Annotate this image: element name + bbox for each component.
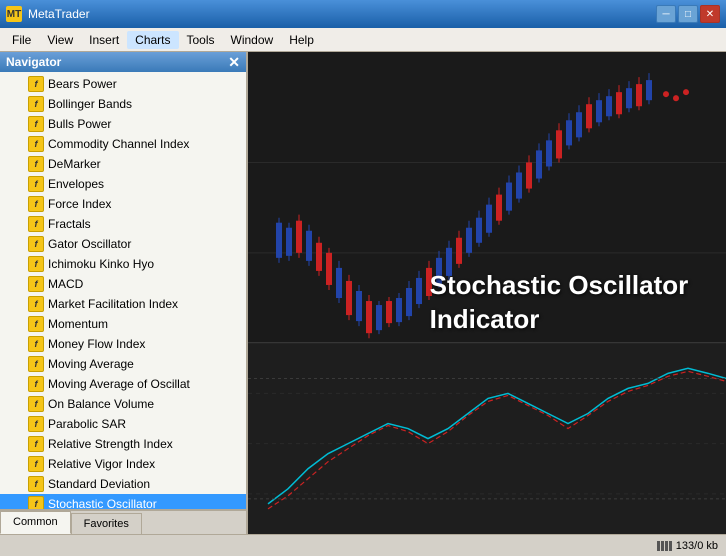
nav-item[interactable]: f Parabolic SAR: [0, 414, 246, 434]
navigator-tabs: CommonFavorites: [0, 509, 246, 534]
nav-item-label: DeMarker: [48, 157, 101, 171]
nav-item-label: Momentum: [48, 317, 108, 331]
nav-item[interactable]: f Envelopes: [0, 174, 246, 194]
main-content: Navigator ✕ f Bears Power f Bollinger Bands…: [0, 52, 726, 534]
status-size-info: 133/0 kb: [657, 540, 718, 552]
nav-item[interactable]: f Bears Power: [0, 74, 246, 94]
nav-item-icon: f: [28, 416, 44, 432]
nav-item-label: Moving Average: [48, 357, 134, 371]
nav-item[interactable]: f Money Flow Index: [0, 334, 246, 354]
nav-item-label: Bulls Power: [48, 117, 111, 131]
nav-item-icon: f: [28, 136, 44, 152]
nav-item[interactable]: f Relative Strength Index: [0, 434, 246, 454]
nav-item-icon: f: [28, 176, 44, 192]
nav-item-icon: f: [28, 76, 44, 92]
nav-item[interactable]: f Market Facilitation Index: [0, 294, 246, 314]
nav-item-label: Money Flow Index: [48, 337, 145, 351]
nav-item[interactable]: f Moving Average: [0, 354, 246, 374]
app-icon: MT: [6, 6, 22, 22]
nav-item[interactable]: f On Balance Volume: [0, 394, 246, 414]
nav-item-label: Force Index: [48, 197, 111, 211]
nav-item-icon: f: [28, 496, 44, 509]
nav-item-icon: f: [28, 96, 44, 112]
nav-item-icon: f: [28, 376, 44, 392]
menu-item-insert[interactable]: Insert: [81, 31, 127, 49]
nav-item[interactable]: f DeMarker: [0, 154, 246, 174]
nav-item-icon: f: [28, 356, 44, 372]
nav-item-icon: f: [28, 336, 44, 352]
nav-item[interactable]: f Ichimoku Kinko Hyo: [0, 254, 246, 274]
nav-item-label: Standard Deviation: [48, 477, 150, 491]
nav-item-label: On Balance Volume: [48, 397, 154, 411]
nav-item-label: Bears Power: [48, 77, 117, 91]
nav-item-label: Bollinger Bands: [48, 97, 132, 111]
nav-item-icon: f: [28, 296, 44, 312]
nav-item-icon: f: [28, 216, 44, 232]
close-button[interactable]: ✕: [700, 5, 720, 23]
nav-item[interactable]: f Relative Vigor Index: [0, 454, 246, 474]
nav-item-icon: f: [28, 116, 44, 132]
nav-item-icon: f: [28, 196, 44, 212]
nav-item[interactable]: f Gator Oscillator: [0, 234, 246, 254]
navigator-header: Navigator ✕: [0, 52, 246, 72]
nav-item-label: MACD: [48, 277, 83, 291]
title-bar: MT MetaTrader ─ □ ✕: [0, 0, 726, 28]
nav-tab-favorites[interactable]: Favorites: [71, 513, 142, 534]
nav-item-icon: f: [28, 396, 44, 412]
menu-bar: FileViewInsertChartsToolsWindowHelp: [0, 28, 726, 52]
nav-item-label: Stochastic Oscillator: [48, 497, 157, 509]
nav-item-label: Ichimoku Kinko Hyo: [48, 257, 154, 271]
menu-item-file[interactable]: File: [4, 31, 39, 49]
status-bar: 133/0 kb: [0, 534, 726, 556]
nav-item[interactable]: f Bulls Power: [0, 114, 246, 134]
title-bar-controls: ─ □ ✕: [656, 5, 720, 23]
chart-svg: [248, 52, 726, 534]
nav-item-icon: f: [28, 316, 44, 332]
nav-item[interactable]: f Fractals: [0, 214, 246, 234]
nav-item[interactable]: f Moving Average of Oscillat: [0, 374, 246, 394]
nav-item-icon: f: [28, 476, 44, 492]
menu-item-charts[interactable]: Charts: [127, 31, 178, 49]
chart-area: Stochastic Oscillator Indicator: [248, 52, 726, 534]
nav-item[interactable]: f Stochastic Oscillator: [0, 494, 246, 509]
nav-item-label: Moving Average of Oscillat: [48, 377, 190, 391]
nav-item-icon: f: [28, 436, 44, 452]
nav-item[interactable]: f Standard Deviation: [0, 474, 246, 494]
nav-item-label: Fractals: [48, 217, 91, 231]
maximize-button[interactable]: □: [678, 5, 698, 23]
nav-item-label: Relative Strength Index: [48, 437, 173, 451]
nav-item-icon: f: [28, 276, 44, 292]
nav-item-label: Relative Vigor Index: [48, 457, 155, 471]
nav-item-label: Market Facilitation Index: [48, 297, 178, 311]
nav-item-label: Parabolic SAR: [48, 417, 126, 431]
nav-item-icon: f: [28, 456, 44, 472]
menu-item-tools[interactable]: Tools: [179, 31, 223, 49]
status-size-label: 133/0 kb: [676, 540, 718, 552]
nav-item-icon: f: [28, 256, 44, 272]
navigator-close-button[interactable]: ✕: [228, 55, 240, 69]
nav-tab-common[interactable]: Common: [0, 511, 71, 534]
nav-item-label: Commodity Channel Index: [48, 137, 189, 151]
nav-item[interactable]: f Force Index: [0, 194, 246, 214]
navigator-title: Navigator: [6, 55, 61, 69]
title-bar-text: MetaTrader: [28, 7, 656, 21]
menu-item-view[interactable]: View: [39, 31, 81, 49]
nav-item[interactable]: f Momentum: [0, 314, 246, 334]
minimize-button[interactable]: ─: [656, 5, 676, 23]
nav-item[interactable]: f Commodity Channel Index: [0, 134, 246, 154]
nav-item-icon: f: [28, 156, 44, 172]
nav-item-label: Envelopes: [48, 177, 104, 191]
nav-item[interactable]: f Bollinger Bands: [0, 94, 246, 114]
status-bar-icon: [657, 541, 672, 551]
nav-item[interactable]: f MACD: [0, 274, 246, 294]
nav-item-icon: f: [28, 236, 44, 252]
menu-item-window[interactable]: Window: [223, 31, 282, 49]
nav-item-label: Gator Oscillator: [48, 237, 131, 251]
navigator-panel: Navigator ✕ f Bears Power f Bollinger Bands…: [0, 52, 248, 534]
menu-item-help[interactable]: Help: [281, 31, 322, 49]
navigator-list[interactable]: f Bears Power f Bollinger Bands f Bulls Power…: [0, 72, 246, 509]
